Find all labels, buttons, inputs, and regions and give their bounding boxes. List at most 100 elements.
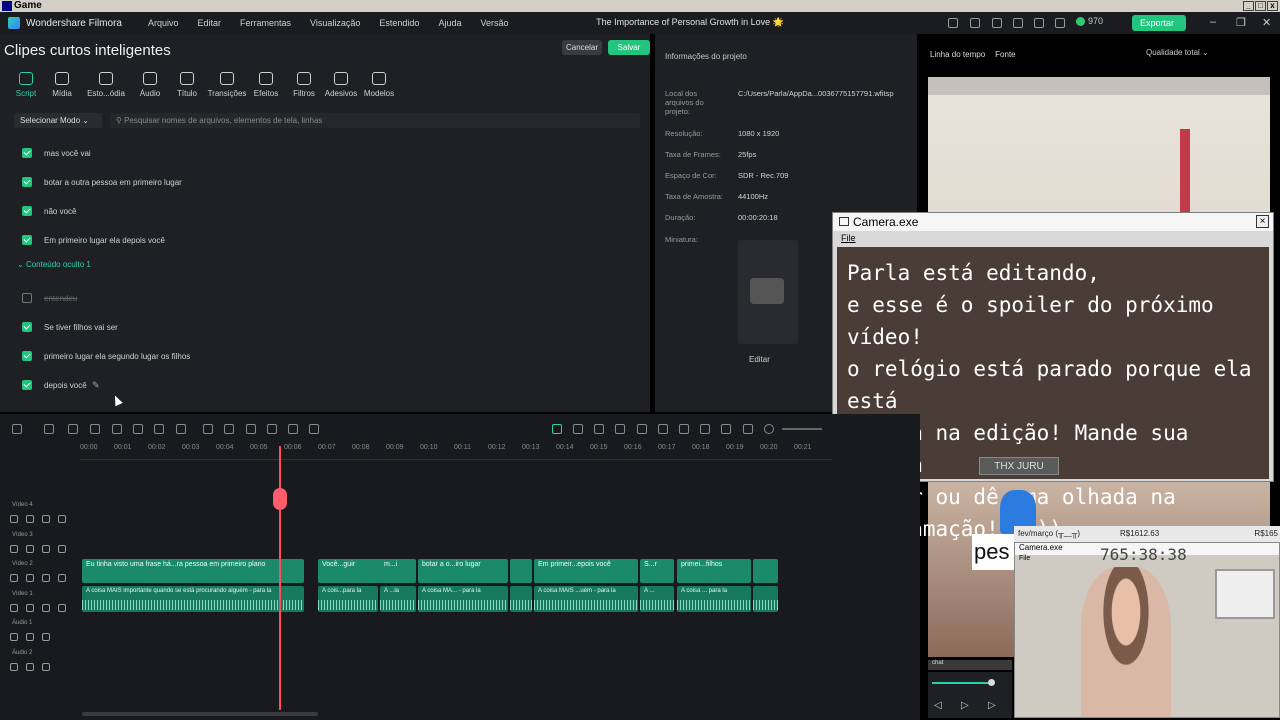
playhead-handle[interactable] <box>273 488 287 510</box>
lock-icon[interactable] <box>10 574 18 582</box>
quality-dropdown[interactable]: Qualidade total ⌄ <box>1146 48 1209 57</box>
maximize-icon[interactable]: □ <box>1255 1 1266 11</box>
eye-icon[interactable] <box>58 574 66 582</box>
checkbox[interactable] <box>22 322 32 332</box>
crop-icon[interactable] <box>176 424 186 434</box>
app-minimize-icon[interactable]: – <box>1210 16 1216 28</box>
lock-icon[interactable] <box>10 515 18 523</box>
lock-icon[interactable] <box>10 633 18 641</box>
send-icon[interactable] <box>970 18 980 28</box>
translate-icon[interactable] <box>288 424 298 434</box>
play-icon[interactable]: ▷ <box>961 700 969 711</box>
freeze-icon[interactable] <box>267 424 277 434</box>
app-maximize-icon[interactable]: ❐ <box>1236 16 1246 29</box>
shield-icon[interactable] <box>658 424 668 434</box>
tab-timeline[interactable]: Linha do tempo <box>930 50 985 59</box>
gift-icon[interactable] <box>948 18 958 28</box>
settings-icon[interactable] <box>1034 18 1044 28</box>
auto-ripple-icon[interactable] <box>573 424 583 434</box>
video2-clip[interactable] <box>510 559 532 583</box>
menu-ferramentas[interactable]: Ferramentas <box>240 18 291 28</box>
checkbox[interactable] <box>22 380 32 390</box>
subtitle-icon[interactable] <box>743 424 753 434</box>
volume-icon[interactable] <box>26 663 34 671</box>
volume-slider[interactable] <box>932 679 995 686</box>
tool-title[interactable]: Título <box>165 72 209 98</box>
tab-font[interactable]: Fonte <box>995 50 1015 59</box>
snapshot-icon[interactable] <box>721 424 731 434</box>
checkbox[interactable] <box>22 293 32 303</box>
close-icon[interactable]: x <box>1267 1 1278 11</box>
redo-icon[interactable] <box>90 424 100 434</box>
video2-clip[interactable]: S...r <box>640 559 674 583</box>
video1-clip[interactable]: A coisa MAIS importante quando se está p… <box>82 586 304 612</box>
overlay-close-icon[interactable]: × <box>1256 215 1269 228</box>
audio-mixer-icon[interactable] <box>700 424 710 434</box>
window-controls[interactable]: _ □ x <box>1243 1 1278 11</box>
export-button[interactable]: Exportar <box>1132 15 1186 31</box>
video2-clip[interactable]: Eu tinha visto uma frase há...ra pessoa … <box>82 559 304 583</box>
render-icon[interactable] <box>615 424 625 434</box>
checkbox[interactable] <box>22 177 32 187</box>
video1-clip[interactable] <box>753 586 778 612</box>
select-tool-icon[interactable] <box>44 424 54 434</box>
overlay-file-menu[interactable]: File <box>841 233 856 243</box>
timeline-scrollbar[interactable] <box>82 712 318 716</box>
menu-editar[interactable]: Editar <box>197 18 221 28</box>
layout-icon[interactable] <box>992 18 1002 28</box>
volume-icon[interactable] <box>26 574 34 582</box>
thumbnail-preview[interactable] <box>738 240 798 344</box>
grid-icon[interactable] <box>1055 18 1065 28</box>
more-icon[interactable] <box>309 424 319 434</box>
lock-icon[interactable] <box>10 545 18 553</box>
eye-icon[interactable] <box>58 604 66 612</box>
video1-clip[interactable]: A ... <box>640 586 674 612</box>
next-frame-icon[interactable]: ▷ <box>988 700 996 711</box>
eye-icon[interactable] <box>58 515 66 523</box>
script-line[interactable]: Em primeiro lugar ela depois você <box>22 234 165 246</box>
link-icon[interactable] <box>42 604 50 612</box>
video2-clip[interactable]: m...i <box>380 559 416 583</box>
checkbox[interactable] <box>22 206 32 216</box>
app-close-icon[interactable]: ✕ <box>1262 16 1271 29</box>
volume-icon[interactable] <box>26 633 34 641</box>
tool-stock[interactable]: Esto...ódia <box>84 72 128 98</box>
volume-knob[interactable] <box>988 679 995 686</box>
menu-estendido[interactable]: Estendido <box>379 18 419 28</box>
menu-ajuda[interactable]: Ajuda <box>438 18 461 28</box>
link-icon[interactable] <box>42 663 50 671</box>
link-icon[interactable] <box>42 515 50 523</box>
search-input[interactable]: ⚲ Pesquisar nomes de arquivos, elementos… <box>110 113 640 128</box>
script-line[interactable]: mas você vai <box>22 147 91 159</box>
video2-clip[interactable]: primei...filhos <box>677 559 751 583</box>
lock-icon[interactable] <box>10 663 18 671</box>
eye-icon[interactable] <box>58 545 66 553</box>
marker-icon[interactable] <box>594 424 604 434</box>
script-line[interactable]: depois você <box>22 379 87 391</box>
layout-toggle-icon[interactable] <box>12 424 22 434</box>
video1-clip[interactable]: A coisa MA... - para la <box>418 586 508 612</box>
cancel-button[interactable]: Cancelar <box>562 40 602 55</box>
mic-icon[interactable] <box>679 424 689 434</box>
link-icon[interactable] <box>42 574 50 582</box>
credits-counter[interactable]: 970 <box>1076 16 1103 27</box>
volume-icon[interactable] <box>26 515 34 523</box>
zoom-slider[interactable] <box>782 428 822 430</box>
tool-transitions[interactable]: Transições <box>205 72 249 98</box>
lock-icon[interactable] <box>10 604 18 612</box>
edit-pencil-icon[interactable]: ✎ <box>92 380 100 391</box>
link-icon[interactable] <box>42 545 50 553</box>
menu-versao[interactable]: Versão <box>480 18 508 28</box>
minimize-icon[interactable]: _ <box>1243 1 1254 11</box>
script-line[interactable]: Se tiver filhos vai ser <box>22 321 118 333</box>
video2-clip[interactable]: Em primeir...epois você <box>534 559 638 583</box>
video1-clip[interactable]: A coisa ... para la <box>677 586 751 612</box>
save-button[interactable]: Salvar <box>608 40 650 55</box>
video2-clip[interactable] <box>753 559 778 583</box>
link-icon[interactable] <box>42 633 50 641</box>
menu-visualizacao[interactable]: Visualização <box>310 18 360 28</box>
tool-templates[interactable]: Modelos <box>357 72 401 98</box>
video1-clip[interactable]: A ...la <box>380 586 416 612</box>
playhead[interactable] <box>279 446 281 710</box>
cut-icon[interactable] <box>133 424 143 434</box>
